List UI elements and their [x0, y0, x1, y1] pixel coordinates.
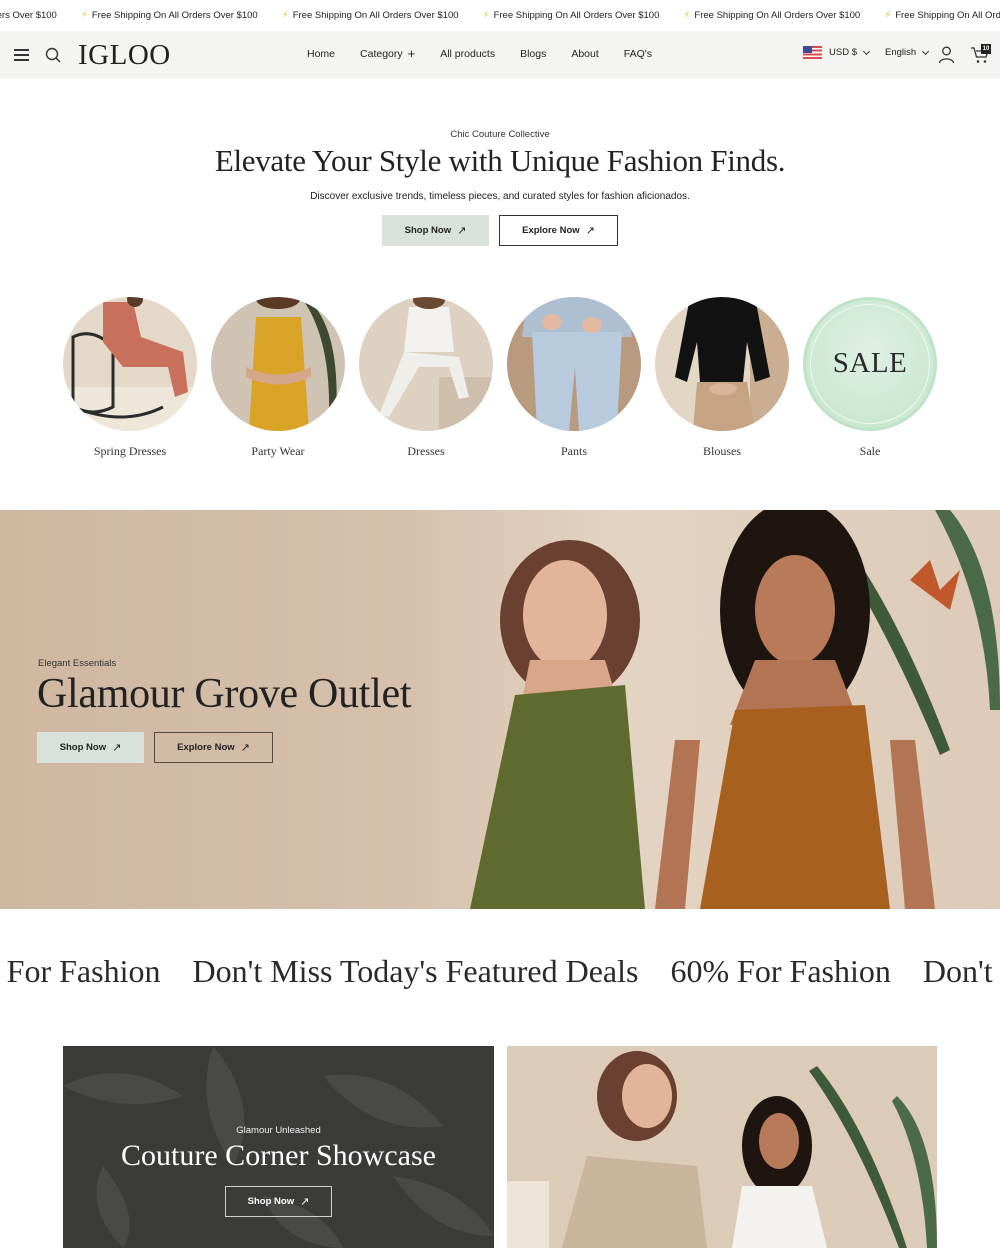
marquee-item: 60% For Fashion — [0, 953, 161, 989]
deals-marquee: 60% For Fashion Don't Miss Today's Featu… — [0, 953, 1000, 1003]
arrow-up-right-icon: ↗ — [300, 1196, 310, 1208]
announcement-text: Free Shipping On All Orders Over $100 — [694, 10, 861, 21]
lightning-bolt-icon: ⚡ — [884, 10, 892, 21]
arrow-up-right-icon: ↗ — [112, 742, 122, 754]
site-header: IGLOO Home Category + All products Blogs … — [0, 31, 1000, 79]
main-nav: Home Category + All products Blogs About … — [307, 46, 677, 61]
category-image-party-wear — [211, 297, 345, 431]
announcement-item: ⚡Free Shipping On All Orders Over $100 — [884, 10, 1000, 21]
arrow-up-right-icon: ↗ — [585, 225, 595, 237]
chevron-down-icon — [922, 47, 930, 55]
hero-subtitle: Discover exclusive trends, timeless piec… — [310, 191, 690, 202]
marquee-item: Don't Miss Today's Featured Deals — [192, 953, 639, 989]
category-image-sale: SALE — [803, 297, 937, 431]
nav-category[interactable]: Category + — [360, 46, 416, 61]
nav-all-products[interactable]: All products — [440, 48, 495, 60]
announcement-text: Free Shipping On All Orders Over $100 — [91, 10, 258, 21]
logo[interactable]: IGLOO — [78, 39, 171, 72]
button-label: Shop Now — [59, 742, 107, 753]
promo-shop-now-button[interactable]: Shop Now ↗ — [225, 1186, 332, 1217]
nav-about[interactable]: About — [571, 48, 598, 60]
announcement-bar: ⚡Free Shipping On All Orders Over $100 ⚡… — [0, 0, 1000, 31]
hero-explore-now-button[interactable]: Explore Now ↗ — [499, 215, 618, 246]
lookbook-image — [507, 1046, 937, 1248]
nav-home[interactable]: Home — [307, 48, 335, 60]
category-label: Party Wear — [251, 444, 305, 458]
banner-explore-now-button[interactable]: Explore Now ↗ — [154, 732, 273, 763]
lightning-bolt-icon: ⚡ — [482, 10, 490, 21]
button-label: Explore Now — [177, 742, 235, 753]
category-party-wear[interactable]: Party Wear — [210, 297, 346, 459]
promo-eyebrow: Glamour Unleashed — [236, 1125, 321, 1136]
hero-shop-now-button[interactable]: Shop Now ↗ — [382, 215, 489, 246]
announcement-text: Free Shipping On All Orders Over $100 — [493, 10, 660, 21]
language-label: English — [884, 47, 917, 58]
account-icon[interactable] — [938, 46, 955, 64]
marquee-item: 60% For Fashion — [670, 953, 891, 989]
button-label: Explore Now — [522, 225, 580, 236]
category-dresses[interactable]: Dresses — [358, 297, 494, 459]
marquee-item: Don't Miss Today's Featured Deals — [922, 953, 1000, 989]
header-utilities: USD $ English — [803, 46, 930, 59]
category-label: Spring Dresses — [93, 444, 167, 458]
promo-banner: Elegant Essentials Glamour Grove Outlet … — [0, 510, 1000, 909]
announcement-text: Free Shipping On All Orders Over $100 — [0, 10, 57, 21]
nav-blogs[interactable]: Blogs — [520, 48, 546, 60]
hero-title: Elevate Your Style with Unique Fashion F… — [214, 143, 786, 178]
nav-label: Home — [307, 48, 336, 60]
currency-label: USD $ — [829, 47, 857, 58]
us-flag-icon — [803, 46, 822, 59]
language-selector[interactable]: English — [884, 47, 930, 58]
announcement-item: ⚡Free Shipping On All Orders Over $100 — [282, 10, 459, 21]
lightning-bolt-icon: ⚡ — [683, 10, 691, 21]
sale-badge-text: SALE — [832, 347, 908, 379]
category-label: Sale — [859, 444, 881, 458]
button-label: Shop Now — [404, 225, 452, 236]
nav-faqs[interactable]: FAQ's — [624, 48, 652, 60]
currency-selector[interactable]: USD $ — [803, 46, 871, 59]
announcement-text: Free Shipping On All Orders Over $100 — [895, 10, 1000, 21]
arrow-up-right-icon: ↗ — [457, 225, 467, 237]
announcement-item: ⚡Free Shipping On All Orders Over $100 — [483, 10, 660, 21]
category-blouses[interactable]: Blouses — [654, 297, 790, 459]
category-image-spring-dresses — [63, 297, 197, 431]
category-image-pants — [507, 297, 641, 431]
chevron-down-icon — [862, 47, 871, 55]
category-image-blouses — [655, 297, 789, 431]
nav-label: All products — [440, 48, 496, 60]
banner-image — [470, 510, 1000, 909]
menu-icon[interactable] — [14, 49, 29, 61]
nav-label: About — [571, 48, 599, 60]
banner-title: Glamour Grove Outlet — [37, 671, 412, 717]
category-label: Blouses — [702, 444, 741, 458]
nav-label: FAQ's — [623, 48, 653, 60]
search-icon[interactable] — [45, 47, 61, 63]
category-spring-dresses[interactable]: Spring Dresses — [62, 297, 198, 459]
couture-corner-card: Glamour Unleashed Couture Corner Showcas… — [63, 1046, 494, 1248]
announcement-item: ⚡Free Shipping On All Orders Over $100 — [0, 10, 57, 21]
announcement-item: ⚡Free Shipping On All Orders Over $100 — [683, 10, 860, 21]
category-label: Pants — [560, 444, 587, 458]
banner-eyebrow: Elegant Essentials — [38, 658, 117, 669]
announcement-track: ⚡Free Shipping On All Orders Over $100 ⚡… — [0, 0, 1000, 31]
announcement-item: ⚡Free Shipping On All Orders Over $100 — [81, 10, 258, 21]
cart-count-badge: 10 — [981, 44, 991, 54]
announcement-text: Free Shipping On All Orders Over $100 — [292, 10, 459, 21]
category-label: Dresses — [407, 444, 445, 458]
category-pants[interactable]: Pants — [506, 297, 642, 459]
promo-title: Couture Corner Showcase — [121, 1139, 436, 1172]
lookbook-photo-card[interactable] — [507, 1046, 937, 1248]
category-image-dresses — [359, 297, 493, 431]
button-label: Shop Now — [247, 1196, 295, 1207]
plus-icon: + — [407, 46, 416, 61]
arrow-up-right-icon: ↗ — [240, 742, 250, 754]
lightning-bolt-icon: ⚡ — [80, 10, 88, 21]
nav-label: Blogs — [520, 48, 547, 60]
marquee-track: 60% For Fashion Don't Miss Today's Featu… — [0, 953, 1000, 990]
category-sale[interactable]: SALE Sale — [802, 297, 938, 459]
hero-eyebrow: Chic Couture Collective — [450, 129, 550, 140]
nav-label: Category — [360, 48, 403, 60]
lightning-bolt-icon: ⚡ — [281, 10, 289, 21]
banner-shop-now-button[interactable]: Shop Now ↗ — [37, 732, 144, 763]
